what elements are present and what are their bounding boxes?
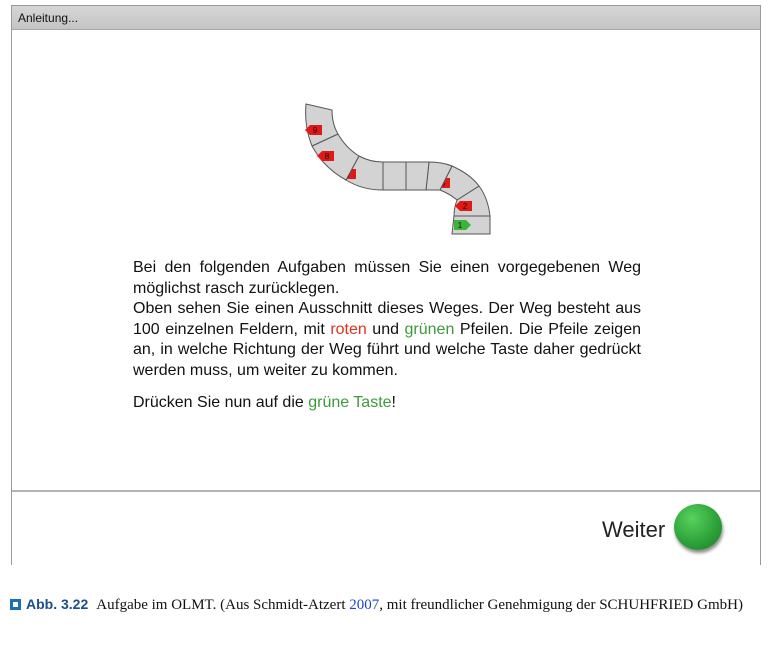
instruction-text-span: Drücken Sie nun auf die bbox=[133, 394, 309, 411]
weiter-label: Weiter bbox=[602, 517, 666, 542]
instruction-text: Bei den folgenden Aufgaben müssen Sie ei… bbox=[133, 258, 641, 414]
caption-text: Aufgabe im OLMT. (Aus Schmidt-Atzert bbox=[96, 597, 350, 613]
path-cell-number: 9 bbox=[313, 126, 318, 135]
instruction-text-span: ! bbox=[391, 394, 396, 411]
instruction-paragraph-3: Drücken Sie nun auf die grüne Taste! bbox=[133, 393, 641, 414]
instruction-paragraph-2: Oben sehen Sie einen Ausschnitt dieses W… bbox=[133, 299, 641, 381]
test-window: Anleitung... 123456789 Bei den folgenden… bbox=[11, 5, 761, 566]
footer-bar: Weiter bbox=[12, 490, 760, 566]
path-cell-number: 1 bbox=[458, 221, 463, 230]
figure-caption: Abb. 3.22 Aufgabe im OLMT. (Aus Schmidt-A… bbox=[10, 594, 770, 616]
path-cell-number: 2 bbox=[463, 202, 468, 211]
path-illustration: 123456789 bbox=[305, 103, 491, 235]
caption-text-end: , mit freundlicher Genehmigung der SCHUH… bbox=[379, 597, 743, 613]
path-cell-1: 1 bbox=[451, 215, 491, 235]
figure-icon bbox=[10, 599, 21, 610]
caption-reference-link[interactable]: 2007 bbox=[349, 597, 379, 613]
instruction-paragraph-1: Bei den folgenden Aufgaben müssen Sie ei… bbox=[133, 259, 641, 297]
caption-label: Abb. 3.22 bbox=[26, 596, 89, 612]
path-cell-number: 8 bbox=[325, 152, 330, 161]
green-word: grünen bbox=[404, 320, 455, 338]
weiter-button[interactable] bbox=[674, 504, 722, 550]
instruction-text-span: und bbox=[366, 320, 405, 338]
window-title: Anleitung... bbox=[12, 6, 760, 30]
red-word: roten bbox=[330, 320, 367, 338]
instruction-panel: 123456789 Bei den folgenden Aufgaben müs… bbox=[12, 30, 760, 490]
green-key-word: grüne Taste bbox=[308, 394, 392, 411]
